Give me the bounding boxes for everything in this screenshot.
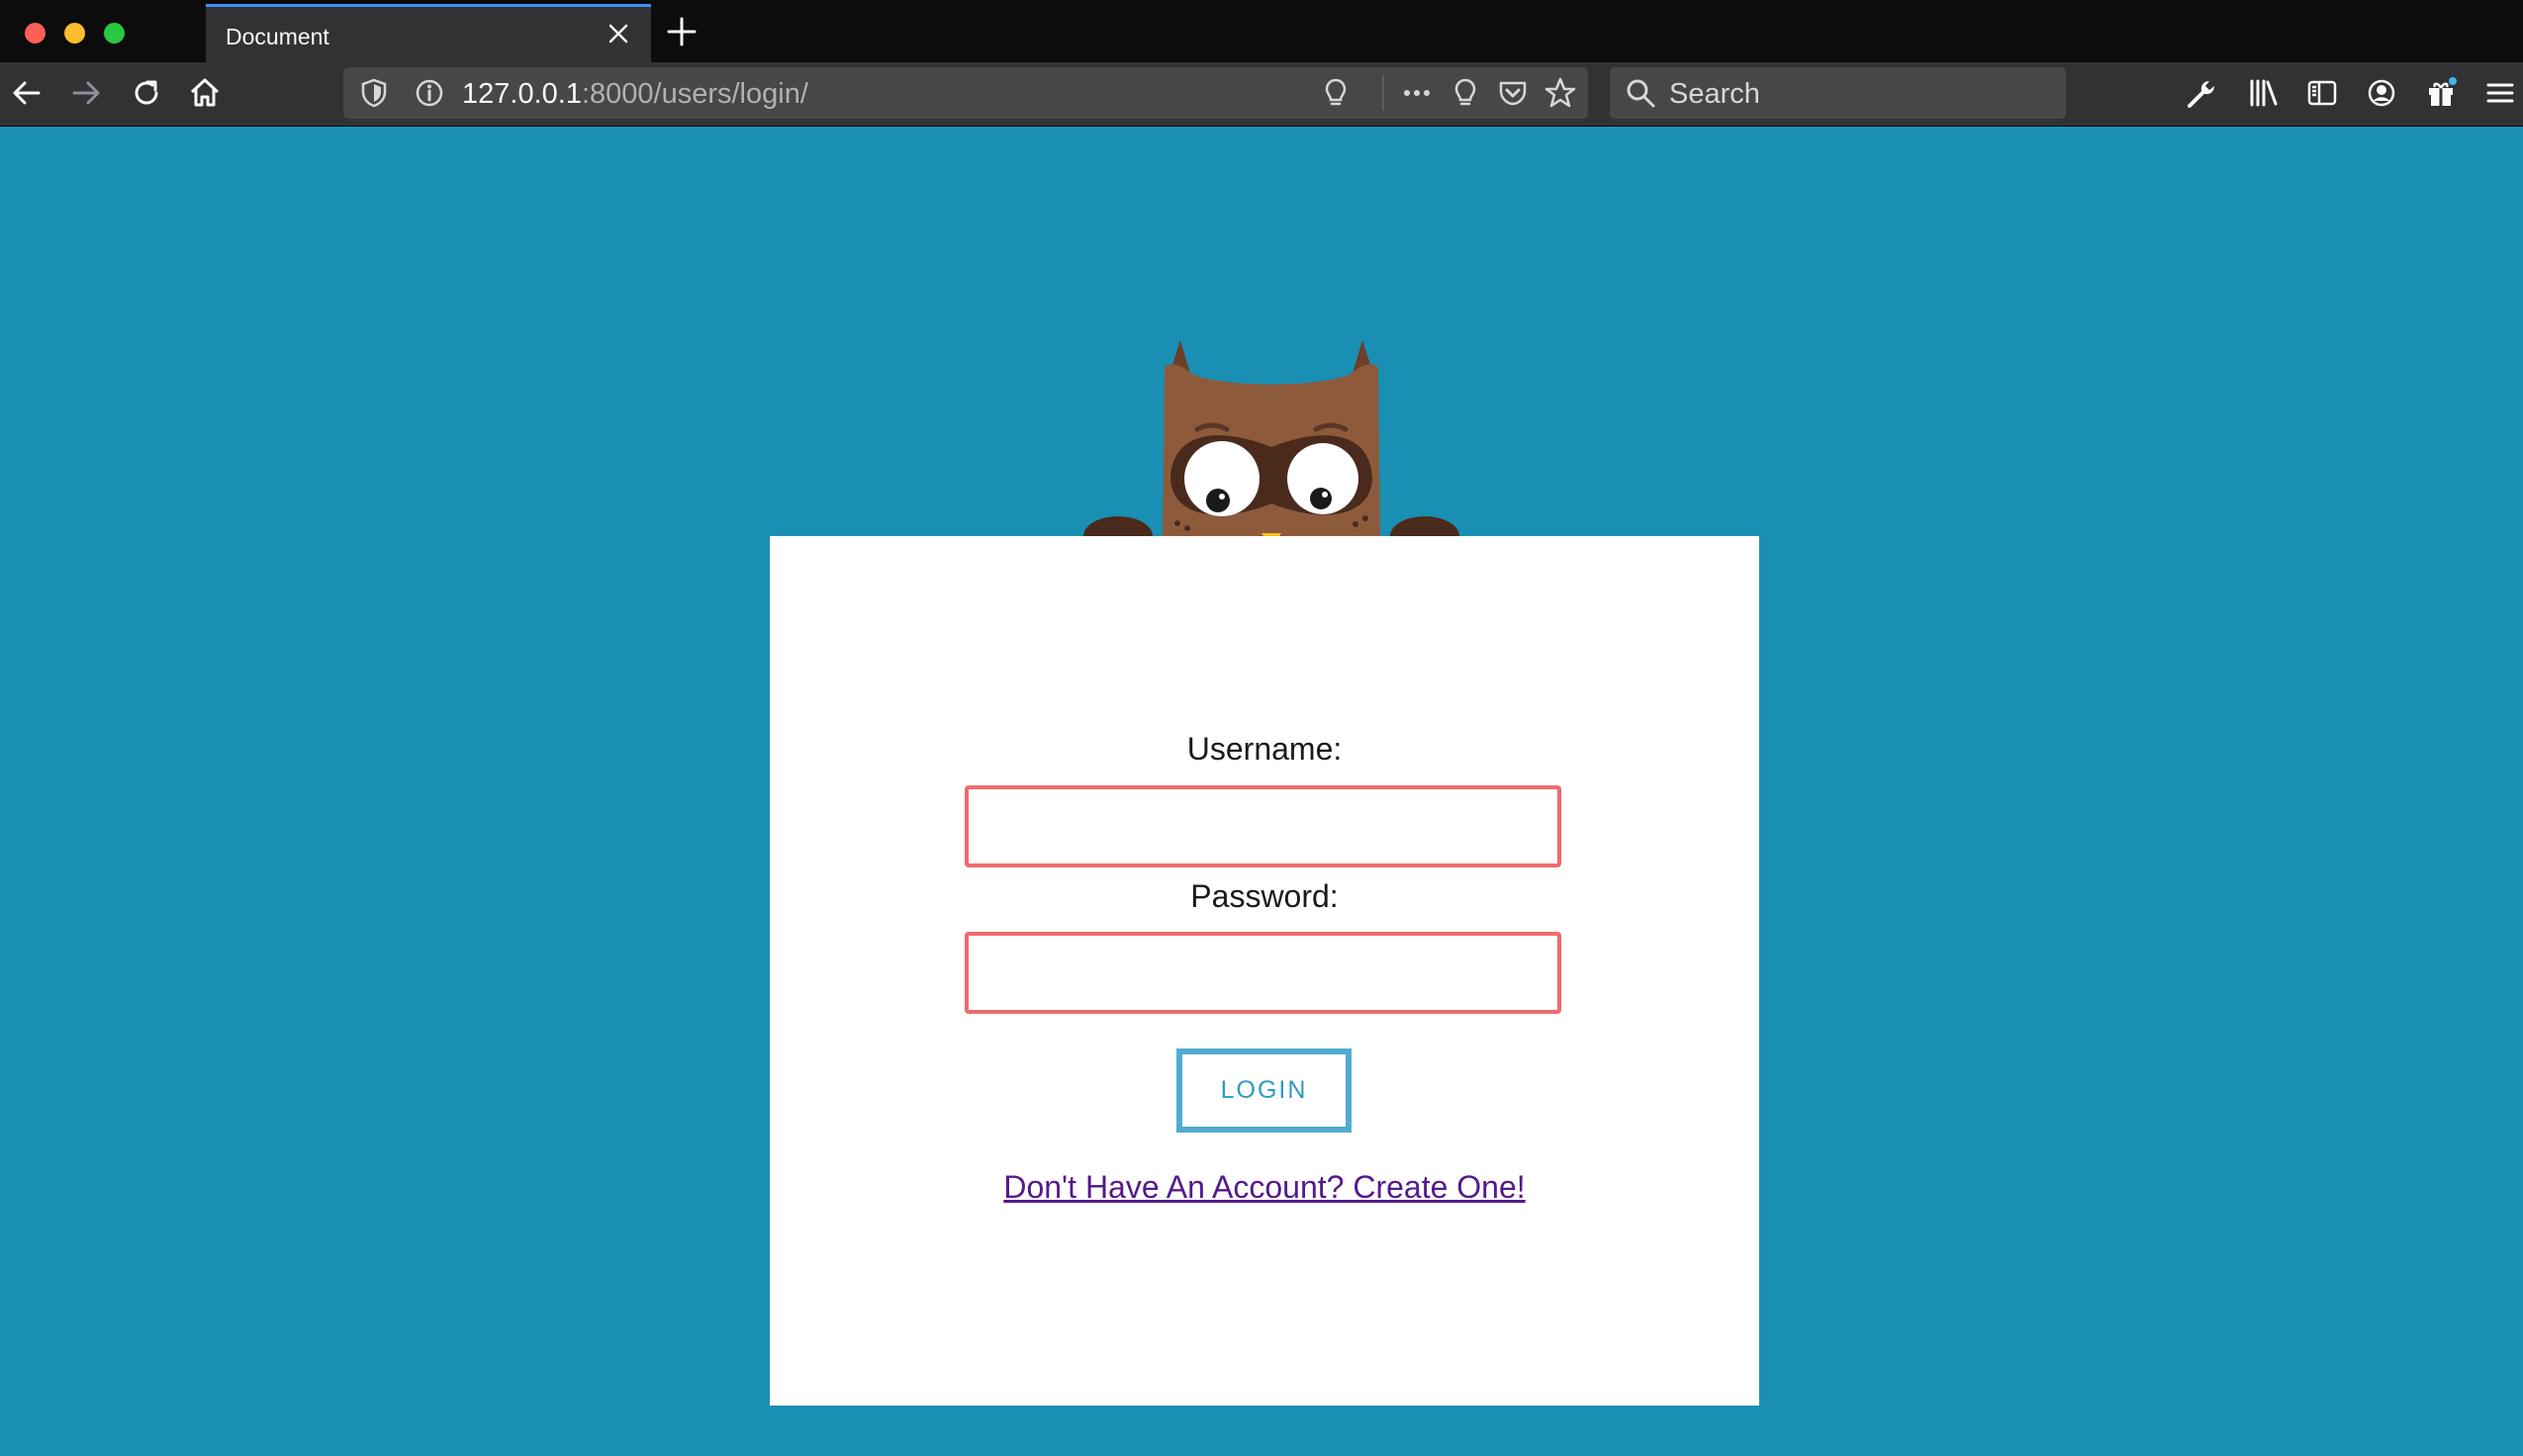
info-icon[interactable] (413, 76, 446, 110)
home-icon[interactable] (188, 76, 222, 110)
minimize-window-button[interactable] (64, 23, 85, 44)
star-icon[interactable] (1543, 76, 1577, 110)
owl-mascot-image (1083, 340, 1459, 556)
maximize-window-button[interactable] (104, 23, 125, 44)
url-host: 127.0.0.1 (462, 78, 582, 110)
forward-icon[interactable] (69, 76, 103, 110)
sidebar-icon[interactable] (2305, 76, 2339, 110)
close-window-button[interactable] (25, 23, 46, 44)
url-path: :8000/users/login/ (581, 78, 808, 110)
library-icon[interactable] (2246, 76, 2280, 110)
gift-icon[interactable] (2424, 76, 2458, 110)
more-icon[interactable] (1400, 76, 1434, 110)
lightbulb-icon[interactable] (1319, 76, 1353, 110)
search-bar[interactable]: Search (1610, 67, 2066, 119)
new-tab-icon[interactable] (665, 15, 699, 48)
browser-tab-document[interactable]: Document (206, 4, 651, 62)
reload-icon[interactable] (130, 76, 163, 110)
menu-icon[interactable] (2483, 76, 2517, 110)
username-label: Username: (1186, 731, 1343, 767)
urlbar-divider (1382, 75, 1384, 111)
password-label: Password: (1190, 878, 1339, 914)
close-tab-icon[interactable] (606, 21, 631, 46)
account-icon[interactable] (2365, 76, 2398, 110)
create-account-link[interactable]: Don't Have An Account? Create One! (770, 1169, 1759, 1206)
wrench-icon[interactable] (2186, 76, 2219, 110)
url-text[interactable]: 127.0.0.1:8000/users/login/ (462, 78, 808, 111)
back-icon[interactable] (10, 76, 44, 110)
login-card: Username: Password: LOGIN Don't Have An … (770, 536, 1759, 1406)
password-input[interactable] (965, 932, 1561, 1014)
lightbulb-icon[interactable] (1448, 76, 1482, 110)
login-button[interactable]: LOGIN (1176, 1048, 1352, 1133)
username-input[interactable] (965, 785, 1561, 867)
address-bar[interactable]: 127.0.0.1:8000/users/login/ (343, 67, 1588, 119)
pocket-icon[interactable] (1496, 76, 1530, 110)
search-icon (1627, 79, 1655, 108)
tab-title: Document (226, 24, 329, 49)
navigation-toolbar: 127.0.0.1:8000/users/login/ Search (0, 62, 2523, 127)
browser-title-bar: Document (0, 0, 2523, 62)
search-placeholder: Search (1669, 78, 1760, 110)
shield-icon[interactable] (357, 76, 391, 110)
